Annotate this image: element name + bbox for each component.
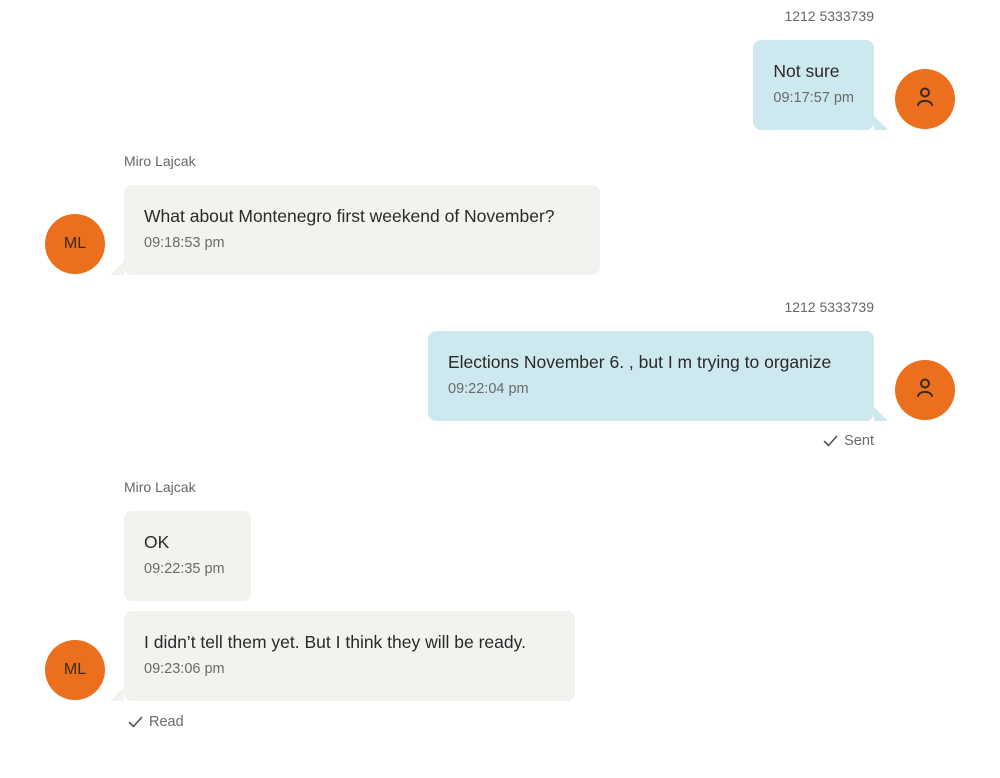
bubble-tail bbox=[874, 116, 888, 130]
sender-label: 1212 5333739 bbox=[784, 299, 874, 315]
sender-label: Miro Lajcak bbox=[124, 479, 196, 495]
message-timestamp: 09:22:35 pm bbox=[144, 561, 225, 577]
incoming-message-bubble[interactable]: I didn’t tell them yet. But I think they… bbox=[110, 611, 575, 701]
status-label: Sent bbox=[844, 433, 874, 449]
message-text: OK bbox=[144, 532, 170, 552]
message-status: Sent bbox=[823, 433, 874, 449]
user-avatar[interactable] bbox=[895, 69, 955, 129]
checkmark-icon bbox=[823, 435, 838, 447]
person-icon bbox=[915, 377, 935, 404]
message-timestamp: 09:18:53 pm bbox=[144, 235, 225, 251]
outgoing-message-bubble[interactable]: Elections November 6. , but I m trying t… bbox=[428, 331, 888, 421]
message-text: Not sure bbox=[773, 61, 840, 81]
message-timestamp: 09:22:04 pm bbox=[448, 381, 529, 397]
bubble-tail bbox=[110, 687, 124, 701]
checkmark-icon bbox=[128, 716, 143, 728]
incoming-message-bubble[interactable]: OK 09:22:35 pm bbox=[124, 511, 251, 601]
avatar-initials: ML bbox=[63, 661, 87, 678]
message-text: What about Montenegro first weekend of N… bbox=[144, 206, 555, 226]
incoming-message-bubble[interactable]: What about Montenegro first weekend of N… bbox=[110, 185, 600, 275]
person-icon bbox=[915, 86, 935, 113]
message-status: Read bbox=[128, 714, 184, 730]
status-label: Read bbox=[149, 714, 184, 730]
outgoing-message-bubble[interactable]: Not sure 09:17:57 pm bbox=[753, 40, 888, 130]
bubble-tail bbox=[110, 261, 124, 275]
sender-label: Miro Lajcak bbox=[124, 153, 196, 169]
sender-label: 1212 5333739 bbox=[784, 8, 874, 24]
avatar-initials: ML bbox=[63, 235, 87, 252]
contact-avatar[interactable]: ML bbox=[45, 640, 105, 700]
message-timestamp: 09:17:57 pm bbox=[773, 90, 854, 106]
contact-avatar[interactable]: ML bbox=[45, 214, 105, 274]
user-avatar[interactable] bbox=[895, 360, 955, 420]
bubble-tail bbox=[874, 407, 888, 421]
message-text: Elections November 6. , but I m trying t… bbox=[448, 352, 832, 372]
message-text: I didn’t tell them yet. But I think they… bbox=[144, 632, 526, 652]
message-timestamp: 09:23:06 pm bbox=[144, 661, 225, 677]
